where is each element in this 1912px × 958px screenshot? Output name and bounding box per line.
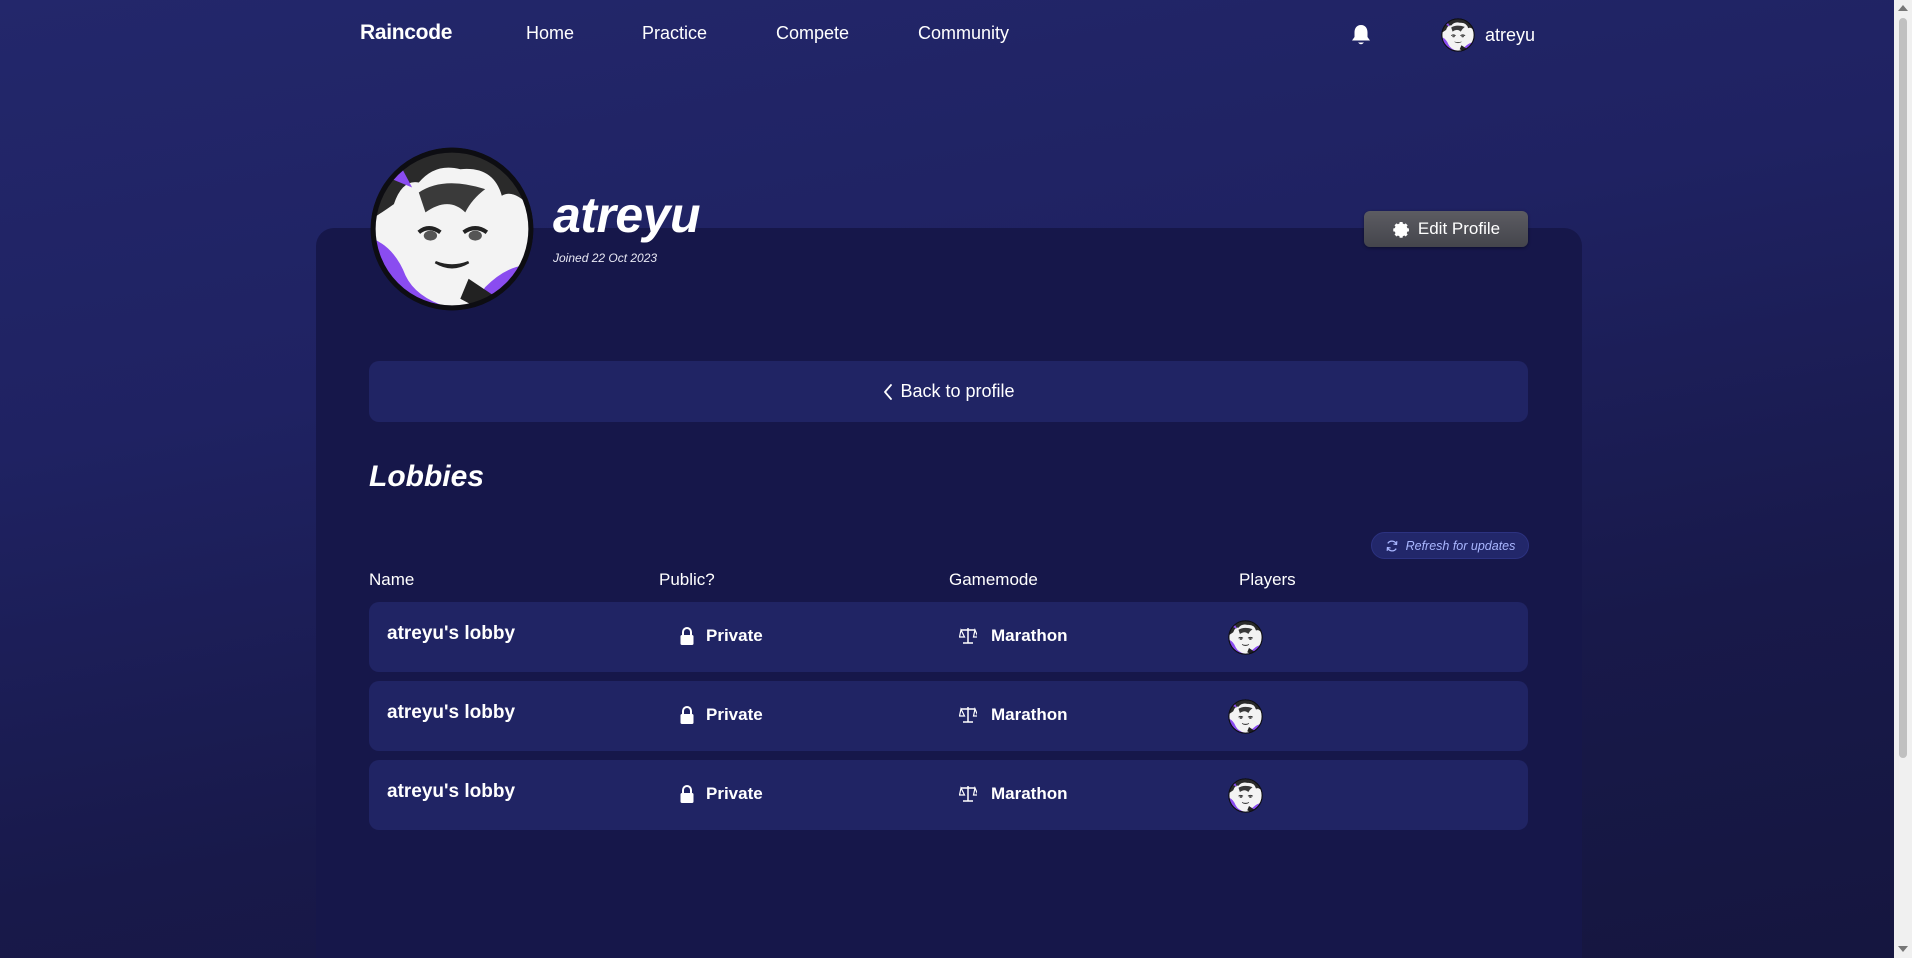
top-navbar: Raincode Home Practice Compete Community… xyxy=(0,0,1894,70)
gamemode-cell: Marathon xyxy=(959,626,1068,646)
user-avatar xyxy=(1441,18,1475,52)
gamemode-label: Marathon xyxy=(991,626,1068,645)
lobby-name: atreyu's lobby xyxy=(387,623,516,644)
lock-icon xyxy=(680,785,694,803)
scales-icon xyxy=(959,707,977,723)
lobby-name: atreyu's lobby xyxy=(387,702,516,723)
gear-icon xyxy=(1393,221,1409,238)
nav-link-practice[interactable]: Practice xyxy=(642,23,707,44)
gamemode-cell: Marathon xyxy=(959,784,1068,804)
gamemode-cell: Marathon xyxy=(959,705,1068,725)
scales-icon xyxy=(959,628,977,644)
table-row[interactable]: atreyu's lobby Private Marathon xyxy=(369,760,1528,830)
nav-link-community[interactable]: Community xyxy=(918,23,1009,44)
nav-username: atreyu xyxy=(1485,24,1536,45)
lock-icon xyxy=(680,706,694,724)
scroll-up-arrow-icon[interactable] xyxy=(1898,5,1908,11)
player-avatar[interactable] xyxy=(1228,620,1263,655)
joined-date: Joined 22 Oct 2023 xyxy=(553,251,658,265)
chevron-left-icon xyxy=(884,383,893,400)
edit-profile-label: Edit Profile xyxy=(1417,219,1501,238)
visibility-cell: Private xyxy=(679,705,763,725)
scroll-down-arrow-icon[interactable] xyxy=(1898,946,1908,952)
scales-icon xyxy=(959,786,977,802)
player-avatar[interactable] xyxy=(1228,699,1263,734)
visibility-cell: Private xyxy=(679,784,763,804)
visibility-label: Private xyxy=(706,626,763,645)
refresh-icon xyxy=(1386,540,1398,551)
nav-link-home[interactable]: Home xyxy=(526,23,574,44)
bell-icon[interactable] xyxy=(1350,23,1372,47)
lock-icon xyxy=(680,627,694,645)
visibility-label: Private xyxy=(706,705,763,724)
table-row[interactable]: atreyu's lobby Private Marathon xyxy=(369,681,1528,751)
table-row[interactable]: atreyu's lobby Private Marathon xyxy=(369,602,1528,672)
back-to-profile-label: Back to profile xyxy=(900,381,1015,401)
column-header-players: Players xyxy=(1239,570,1296,589)
profile-avatar xyxy=(369,146,535,312)
scrollbar-thumb[interactable] xyxy=(1899,18,1907,758)
profile-panel xyxy=(316,228,1582,958)
lobbies-heading: Lobbies xyxy=(369,460,485,493)
refresh-label: Refresh for updates xyxy=(1405,538,1516,553)
back-to-profile-button[interactable]: Back to profile xyxy=(369,361,1528,422)
column-header-name: Name xyxy=(369,570,415,589)
profile-username: atreyu xyxy=(553,187,701,243)
visibility-cell: Private xyxy=(679,626,763,646)
nav-link-compete[interactable]: Compete xyxy=(776,23,849,44)
lobby-name: atreyu's lobby xyxy=(387,781,516,802)
column-header-gamemode: Gamemode xyxy=(949,570,1038,589)
player-avatar[interactable] xyxy=(1228,778,1263,813)
column-header-public: Public? xyxy=(659,570,715,589)
edit-profile-button[interactable]: Edit Profile xyxy=(1364,211,1528,247)
refresh-button[interactable]: Refresh for updates xyxy=(1371,532,1529,559)
gamemode-label: Marathon xyxy=(991,784,1068,803)
gamemode-label: Marathon xyxy=(991,705,1068,724)
user-menu[interactable]: atreyu xyxy=(1441,16,1535,54)
page-scrollbar[interactable] xyxy=(1894,0,1912,958)
brand-logo[interactable]: Raincode xyxy=(360,21,452,45)
visibility-label: Private xyxy=(706,784,763,803)
